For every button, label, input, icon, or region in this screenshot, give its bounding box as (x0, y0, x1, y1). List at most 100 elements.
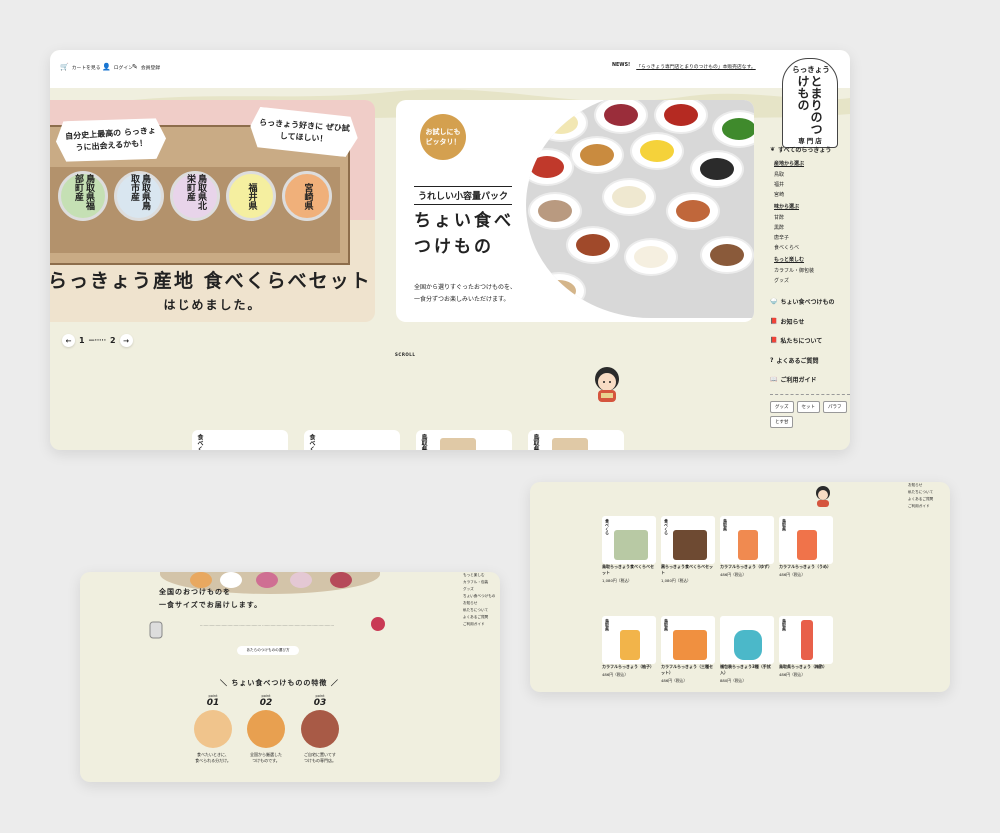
slide2-title: ちょい食べ つけもの (414, 211, 514, 257)
sidebar-link-choitabe[interactable]: 🍚 ちょい食べつけもの (770, 292, 850, 312)
product-card[interactable]: 鳥取県 鳥取県らっきょう（梅酢） 486円（税込） (779, 616, 833, 692)
mini-sidebar-item[interactable]: お知らせ (463, 600, 499, 607)
product-price: 486円（税込） (779, 672, 806, 677)
news-ticker[interactable]: NEWS! 「らっきょう専門店とまりのつけもの」本販売店なす。 (612, 63, 756, 70)
pack-illustration (371, 617, 385, 631)
product-price: 486円（税込） (661, 678, 688, 683)
login-link[interactable]: 👤 ログイン (102, 63, 133, 71)
product-name[interactable]: 黒らっきょう食べくらべセット (661, 564, 715, 576)
sidebar-all-label: すべてのらっきょう (778, 147, 832, 154)
point-image (247, 710, 285, 748)
sidebar-item[interactable]: カラフル・御包装 (774, 266, 850, 276)
feature-point: point 02 全国から厳選した つけものです。 (246, 694, 286, 764)
site-logo[interactable]: らっきょう とまりのつけもの 専門店 (782, 58, 838, 148)
person-icon: 👤 (102, 63, 111, 71)
mini-sidebar-item[interactable]: もっと楽しむ (463, 572, 499, 579)
sidebar-item[interactable]: グッズ (774, 276, 850, 286)
mini-sidebar-item[interactable]: 私たちについて (908, 489, 948, 496)
sidebar-item[interactable]: 福井 (774, 180, 850, 190)
news-text[interactable]: 「らっきょう専門店とまりのつけもの」本販売店なす。 (636, 63, 755, 70)
feature-point: point 01 食べたいときに、 食べられる分だけ。 (193, 694, 233, 764)
product-jar (801, 620, 813, 660)
product-name[interactable]: 鳥取らっきょう食べくらべセット (602, 564, 656, 576)
product-card[interactable]: 食べくら (192, 430, 288, 450)
jar-label: 鳥取県福部町産 (58, 171, 108, 221)
sidebar-item[interactable]: 甘酢 (774, 213, 850, 223)
product-price: 486円（税込） (720, 572, 747, 577)
sidebar-link-guide[interactable]: 📖 ご利用ガイド (770, 370, 850, 390)
sidebar-link-about[interactable]: 📕 私たちについて (770, 331, 850, 351)
mini-sidebar-item[interactable]: 私たちについて (463, 607, 499, 614)
product-name[interactable]: 福包装らっきょう3種（手拭入） (720, 664, 774, 676)
mini-sidebar-item[interactable]: よくあるご質問 (463, 614, 499, 621)
feature-title: 全国のおつけものを 一食サイズでお届けします。 (159, 588, 263, 609)
hero-slide-tasting-set[interactable]: 鳥取県福部町産 鳥取県鳥取市産 鳥取県北栄町産 福井県 宮崎県 自分史上最高の … (50, 100, 375, 322)
product-price: 1,080円（税込） (602, 578, 632, 583)
product-name[interactable]: カラフルらっきょう（三種セット） (661, 664, 715, 676)
product-price: 486円（税込） (602, 672, 629, 677)
pager-current: 1 (79, 336, 85, 345)
tag-pill[interactable]: セット (796, 400, 820, 413)
point-image (301, 710, 339, 748)
sidebar-all-link[interactable]: ❦ すべてのらっきょう (770, 145, 850, 154)
product-jar (738, 530, 758, 560)
sidebar-item[interactable]: 食べくらべ (774, 243, 850, 253)
hero-slide-small-pack[interactable]: お試しにも ピッタリ！ うれしい小容量パック ちょい食べ つけもの 全国から選り… (396, 100, 754, 322)
register-link[interactable]: ✎ 会員登録 (132, 63, 160, 71)
product-jar (673, 530, 707, 560)
product-name[interactable]: カラフルらっきょう（ゆず） (720, 564, 774, 570)
product-jar (614, 530, 648, 560)
tag-pill[interactable]: グッズ (770, 400, 794, 413)
product-card[interactable]: 食べくら 黒らっきょう食べくらべセット 1,080円（税込） (661, 516, 715, 606)
sidebar-item[interactable]: 黒酢 (774, 223, 850, 233)
product-card[interactable]: 鳥取県 カラフルらっきょう（ゆず） 486円（税込） (720, 516, 774, 606)
mini-sidebar-item[interactable]: ご利用ガイド (908, 503, 948, 510)
product-name[interactable]: 鳥取県らっきょう（梅酢） (779, 664, 833, 670)
pencil-icon: ✎ (132, 63, 138, 71)
product-jar (734, 630, 762, 660)
feature-point: point 03 ご自宅に置いてす つけもの専門店。 (300, 694, 340, 764)
point-caption: 全国から厳選した つけものです。 (250, 752, 282, 763)
sidebar-group-title: もっと楽しむ (774, 257, 805, 263)
sidebar-group-title: 味から選ぶ (774, 204, 800, 210)
product-card[interactable]: 食べくら (304, 430, 400, 450)
mini-sidebar-item[interactable]: お知らせ (908, 482, 948, 489)
sidebar-link-faq[interactable]: ? よくあるご質問 (770, 351, 850, 371)
product-card[interactable]: 鳥取県 (528, 430, 624, 450)
logo-line3: 専門店 (798, 137, 824, 145)
product-jar (673, 630, 707, 660)
choose-guide-button[interactable]: あたらのつけものの選び方 (237, 646, 299, 655)
cart-label: カートを見る (71, 65, 101, 71)
cart-link[interactable]: 🛒 カートを見る (60, 63, 101, 71)
sidebar-item[interactable]: 鳥取 (774, 170, 850, 180)
scroll-indicator[interactable]: SCROLL (395, 352, 415, 357)
divider (770, 393, 850, 395)
product-card[interactable]: 福包装らっきょう3種（手拭入） 880円（税込） (720, 616, 774, 692)
mini-sidebar-item[interactable]: グッズ (463, 586, 499, 593)
mini-sidebar-item[interactable]: カラフル・包装 (463, 579, 499, 586)
tag-pill[interactable]: とす甘 (770, 415, 794, 428)
next-arrow-button[interactable]: → (119, 334, 133, 347)
jar-label: 宮崎県 (282, 171, 332, 221)
tag-pill[interactable]: パラフ (823, 400, 847, 413)
product-card[interactable]: 鳥取県 カラフルらっきょう（うめ） 486円（税込） (779, 516, 833, 606)
sidebar-item[interactable]: 宮崎 (774, 190, 850, 200)
mini-sidebar-item[interactable]: ちょい食べつけもの (463, 593, 499, 600)
product-card[interactable]: 鳥取県 (416, 430, 512, 450)
product-card[interactable]: 鳥取県 カラフルらっきょう（柚子） 486円（税込） (602, 616, 656, 692)
product-list-screenshot: 食べくら 鳥取らっきょう食べくらべセット 1,080円（税込） 食べくら 黒らっきょう… (530, 482, 950, 692)
product-name[interactable]: カラフルらっきょう（うめ） (779, 564, 833, 570)
book-open-icon: 📖 (770, 376, 778, 384)
prev-arrow-button[interactable]: ← (62, 334, 75, 347)
sidebar-link-news[interactable]: 📕 お知らせ (770, 312, 850, 332)
mini-sidebar-item[interactable]: ご利用ガイド (463, 621, 499, 628)
product-card[interactable]: 食べくら 鳥取らっきょう食べくらべセット 1,080円（税込） (602, 516, 656, 606)
product-name[interactable]: カラフルらっきょう（柚子） (602, 664, 656, 670)
tag-list: グッズ セット パラフ とす甘 (770, 400, 850, 428)
sidebar-item[interactable]: 唐辛子 (774, 233, 850, 243)
mini-sidebar-item[interactable]: よくあるご質問 (908, 496, 948, 503)
point-image (194, 710, 232, 748)
slide2-description: 全国から選りすぐったおつけものを、 一食分ずつお楽しみいただけます。 (414, 284, 517, 303)
product-card[interactable]: 鳥取県 カラフルらっきょう（三種セット） 486円（税込） (661, 616, 715, 692)
point-number: 02 (259, 698, 273, 708)
